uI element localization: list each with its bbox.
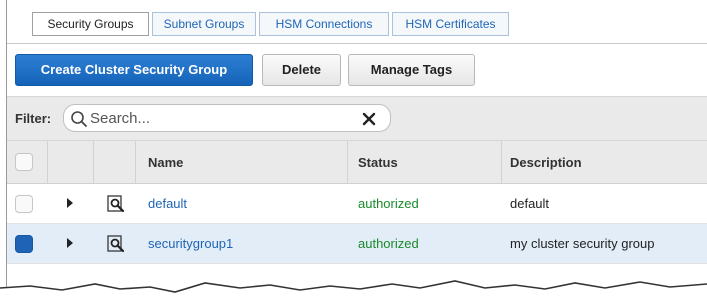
tab-subnet-groups[interactable]: Subnet Groups [152, 12, 256, 36]
close-icon[interactable] [360, 110, 378, 128]
torn-edge [0, 280, 707, 302]
column-header-status[interactable]: Status [358, 155, 398, 170]
action-toolbar: Create Cluster Security Group Delete Man… [7, 44, 707, 94]
filter-bar: Filter: [7, 96, 707, 140]
manage-tags-button[interactable]: Manage Tags [348, 54, 475, 86]
tab-security-groups[interactable]: Security Groups [32, 12, 149, 36]
table-row[interactable]: default authorized default [7, 184, 707, 224]
caret-right-icon[interactable] [67, 238, 73, 248]
filter-label: Filter: [15, 111, 52, 126]
select-all-checkbox[interactable] [15, 153, 33, 171]
security-group-name-link[interactable]: securitygroup1 [148, 236, 233, 251]
table-row[interactable]: securitygroup1 authorized my cluster sec… [7, 224, 707, 264]
column-divider [347, 141, 348, 185]
status-value: authorized [358, 196, 419, 211]
search-box[interactable] [63, 104, 391, 132]
security-group-name-link[interactable]: default [148, 196, 187, 211]
search-input[interactable] [90, 108, 350, 128]
description-value: default [510, 196, 550, 211]
row-checkbox[interactable] [15, 195, 33, 213]
row-checkbox[interactable] [15, 235, 33, 253]
column-divider [47, 141, 48, 185]
magnifier-details-icon[interactable] [107, 195, 125, 213]
description-value: my cluster security group [510, 236, 655, 251]
status-value: authorized [358, 236, 419, 251]
magnifier-details-icon[interactable] [107, 235, 125, 253]
delete-button[interactable]: Delete [262, 54, 341, 86]
column-header-name[interactable]: Name [148, 155, 183, 170]
tab-bar: Security Groups Subnet Groups HSM Connec… [7, 0, 707, 44]
column-divider [93, 141, 94, 185]
search-icon [70, 110, 88, 128]
create-cluster-security-group-button[interactable]: Create Cluster Security Group [15, 54, 253, 86]
column-divider [135, 141, 136, 185]
tab-hsm-certificates[interactable]: HSM Certificates [392, 12, 509, 36]
caret-right-icon[interactable] [67, 198, 73, 208]
column-divider [501, 141, 502, 185]
table-header: Name Status Description [7, 140, 707, 185]
tab-hsm-connections[interactable]: HSM Connections [259, 12, 389, 36]
app-frame: Security Groups Subnet Groups HSM Connec… [6, 0, 707, 302]
column-header-description[interactable]: Description [510, 155, 582, 170]
